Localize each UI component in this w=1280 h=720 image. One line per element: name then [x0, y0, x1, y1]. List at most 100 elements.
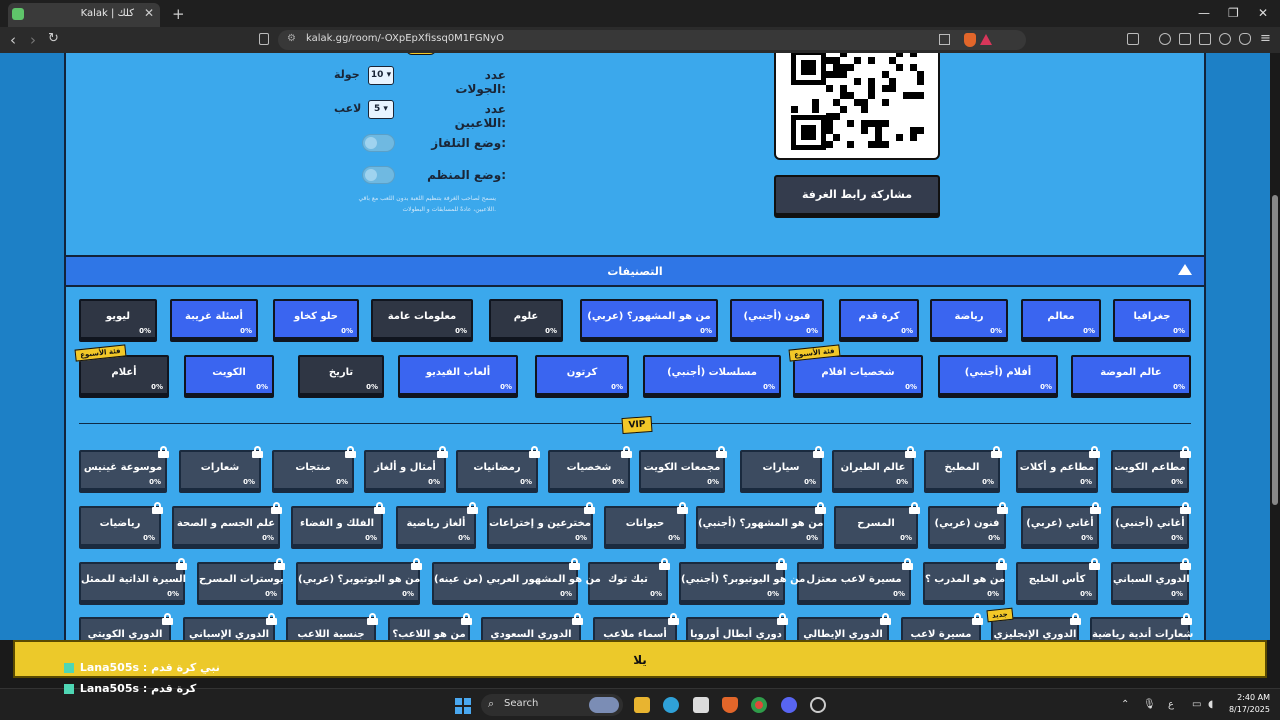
category-chip[interactable]: معلومات عامة 0% — [371, 299, 473, 339]
category-chip[interactable]: من هو المشهور العربي (من عينه) 0% — [432, 558, 601, 602]
category-chip[interactable]: شخصيات 0% — [548, 446, 632, 490]
vpn-icon[interactable] — [1239, 33, 1251, 45]
minimize-icon[interactable]: — — [1198, 6, 1210, 20]
category-chip[interactable]: رياضيات 0% — [79, 502, 163, 546]
new-tab-icon[interactable]: + — [172, 5, 185, 23]
category-chip[interactable]: ألغاز رياضية 0% — [396, 502, 478, 546]
category-chip[interactable]: رياضة 0% — [930, 299, 1008, 339]
category-chip[interactable]: كأس الخليج 0% — [1016, 558, 1100, 602]
reload-icon[interactable]: ↻ — [48, 31, 59, 46]
category-chip[interactable]: الدوري الإسباني — [183, 613, 277, 640]
scrollbar-thumb[interactable] — [1272, 195, 1278, 505]
category-chip[interactable]: جنسية اللاعب — [286, 613, 378, 640]
reader-icon[interactable] — [1179, 33, 1191, 45]
category-chip[interactable]: كرتون 0% — [535, 355, 629, 395]
taskbar-search[interactable]: ⌕ Search — [481, 694, 623, 716]
category-chip[interactable]: علوم 0% — [489, 299, 563, 339]
edge-icon[interactable] — [663, 697, 679, 713]
tv-mode-toggle[interactable] — [362, 134, 395, 152]
category-chip[interactable]: مسيرة لاعب — [901, 613, 983, 640]
category-chip[interactable]: أغاني (أجنبي) 0% — [1111, 502, 1191, 546]
category-chip[interactable]: حلو كخاو 0% — [273, 299, 359, 339]
category-chip[interactable]: السيرة الذاتية للممثل 0% — [79, 558, 187, 602]
category-chip[interactable]: مطاعم الكويت 0% — [1111, 446, 1191, 490]
category-chip[interactable]: مخترعين و إختراعات 0% — [487, 502, 595, 546]
menu-icon[interactable]: ≡ — [1260, 31, 1271, 46]
category-chip[interactable]: معالم 0% — [1021, 299, 1101, 339]
category-chip[interactable]: المسرح 0% — [834, 502, 920, 546]
category-chip[interactable]: أفلام (أجنبي) 0% — [938, 355, 1058, 395]
category-chip[interactable]: عالم الطيران 0% — [832, 446, 916, 490]
category-chip[interactable]: شعارات أندية رياضية — [1090, 613, 1193, 640]
organizer-mode-toggle[interactable] — [362, 166, 395, 184]
category-chip[interactable]: منتجات 0% — [272, 446, 356, 490]
category-chip[interactable]: مسيرة لاعب معتزل 0% — [797, 558, 913, 602]
brave-taskbar-icon[interactable] — [722, 697, 738, 713]
category-chip[interactable]: الدوري الكويتي — [79, 613, 173, 640]
close-window-icon[interactable]: ✕ — [1258, 6, 1268, 20]
category-chip[interactable]: كرة قدم 0% — [839, 299, 919, 339]
tray-overflow-icon[interactable]: ⌃ — [1121, 699, 1129, 710]
discord-icon[interactable] — [781, 697, 797, 713]
category-chip[interactable]: من هو المدرب ؟ 0% — [923, 558, 1007, 602]
category-chip[interactable]: مسلسلات (أجنبي) 0% — [643, 355, 781, 395]
category-chip[interactable]: أمثال و ألغاز 0% — [364, 446, 448, 490]
browser-tab[interactable]: Kalak | كلك ✕ — [8, 3, 160, 27]
forward-icon[interactable]: › — [30, 31, 36, 49]
taskbar-clock[interactable]: 2:40 AM 8/17/2025 — [1228, 692, 1270, 716]
category-chip[interactable]: أسماء ملاعب — [593, 613, 679, 640]
category-chip[interactable]: مجمعات الكويت 0% — [639, 446, 727, 490]
site-info-icon[interactable]: ⚙ — [287, 33, 296, 44]
share-page-icon[interactable] — [939, 34, 950, 45]
input-language[interactable]: ع — [1168, 699, 1174, 710]
category-chip[interactable]: مطاعم و أكلات 0% — [1016, 446, 1100, 490]
category-chip[interactable]: رمضانيات 0% — [456, 446, 540, 490]
microphone-icon[interactable]: 🎙 — [1143, 699, 1156, 710]
category-chip[interactable]: من هو المشهور؟ (أجنبي) 0% — [696, 502, 826, 546]
share-room-link-button[interactable]: مشاركة رابط الغرفة — [774, 175, 940, 215]
windows-start-icon[interactable] — [455, 698, 471, 714]
category-chip[interactable]: بوسترات المسرح 0% — [197, 558, 285, 602]
category-chip[interactable]: من هو المشهور؟ (عربي) 0% — [580, 299, 718, 339]
chrome-icon[interactable] — [751, 697, 767, 713]
players-select[interactable]: 5 ▾ — [368, 100, 394, 119]
category-chip[interactable]: سيارات 0% — [740, 446, 824, 490]
category-chip[interactable]: حيوانات 0% — [604, 502, 688, 546]
rounds-select[interactable]: 10 ▾ — [368, 66, 394, 85]
leo-ai-icon[interactable] — [1219, 33, 1231, 45]
category-chip[interactable]: جغرافيا 0% — [1113, 299, 1191, 339]
category-chip[interactable]: الدوري الإنجليزي جديد — [986, 607, 1081, 640]
file-explorer-icon[interactable] — [634, 697, 650, 713]
category-chip[interactable]: فنون (أجنبي) 0% — [730, 299, 824, 339]
category-chip[interactable]: الفلك و الفضاء 0% — [291, 502, 385, 546]
category-chip[interactable]: أعلام 0% فئة الأسبوع — [74, 344, 169, 395]
category-chip[interactable]: من هو اليوتيوبر؟ (أجنبي) 0% — [679, 558, 805, 602]
category-chip[interactable]: تاريخ 0% — [298, 355, 384, 395]
category-chip[interactable]: موسوعة غينيس 0% — [79, 446, 169, 490]
category-chip[interactable]: الكويت 0% — [184, 355, 274, 395]
category-chip[interactable]: الدوري الإيطالي — [797, 613, 891, 640]
category-chip[interactable]: من هو اللاعب؟ — [388, 613, 472, 640]
app-icon[interactable] — [810, 697, 826, 713]
category-chip[interactable]: أغاني (عربي) 0% — [1021, 502, 1101, 546]
sidebar-toggle-icon[interactable] — [1127, 33, 1139, 45]
category-chip[interactable]: عالم الموضة 0% — [1071, 355, 1191, 395]
bookmark-icon[interactable] — [259, 33, 269, 45]
brave-rewards-icon[interactable] — [980, 34, 992, 45]
restore-icon[interactable]: ❐ — [1228, 6, 1239, 20]
back-icon[interactable]: ‹ — [10, 31, 16, 49]
volume-icon[interactable]: ◖ — [1208, 699, 1213, 710]
brave-shields-icon[interactable] — [964, 33, 976, 47]
address-bar[interactable]: ⚙ kalak.gg/room/-OXpEpXfissq0M1FGNyO — [278, 30, 1026, 50]
category-chip[interactable]: فنون (عربي) 0% — [928, 502, 1008, 546]
category-chip[interactable]: شعارات 0% — [179, 446, 263, 490]
category-chip[interactable]: علم الجسم و الصحة 0% — [172, 502, 282, 546]
category-chip[interactable]: من هو اليوتيوبر؟ (عربي) 0% — [296, 558, 422, 602]
category-chip[interactable]: الدوري السعودي — [481, 613, 583, 640]
close-tab-icon[interactable]: ✕ — [144, 6, 154, 20]
store-icon[interactable] — [693, 697, 709, 713]
category-chip[interactable]: أسئلة غريبة 0% — [170, 299, 258, 339]
wallet-icon[interactable] — [1199, 33, 1211, 45]
category-chip[interactable]: دوري أبطال أوروبا — [686, 613, 788, 640]
category-chip[interactable]: المطبخ 0% — [924, 446, 1002, 490]
